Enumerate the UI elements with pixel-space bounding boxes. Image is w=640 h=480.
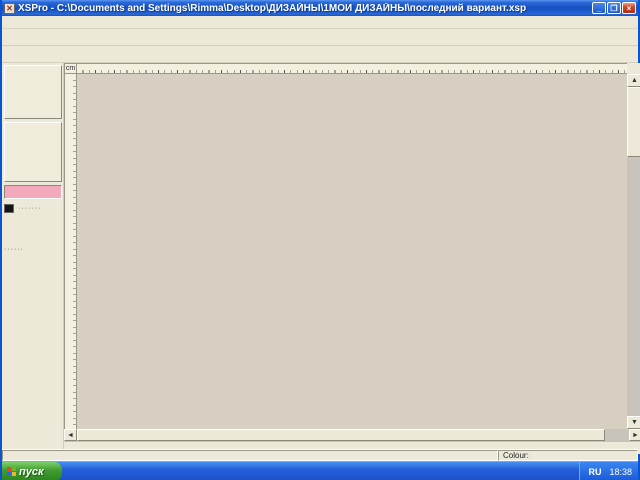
palette-bottom-dashes: ······ bbox=[4, 246, 62, 253]
main-toolbar bbox=[2, 29, 638, 46]
start-button[interactable]: пуск bbox=[2, 462, 62, 480]
minimize-button[interactable]: _ bbox=[592, 2, 606, 14]
status-colour-label: Colour: bbox=[498, 450, 638, 461]
status-message bbox=[2, 450, 498, 461]
horizontal-scroll-thumb[interactable] bbox=[77, 429, 605, 441]
taskbar: пуск RU 18:38 bbox=[2, 461, 638, 480]
menu-bar bbox=[2, 16, 638, 29]
current-color-swatch[interactable] bbox=[4, 185, 62, 199]
horizontal-ruler bbox=[77, 63, 627, 74]
scroll-left-icon[interactable]: ◄ bbox=[64, 429, 77, 441]
application-window: ✕ XSPro - C:\Documents and Settings\Rimm… bbox=[0, 0, 640, 480]
left-panel: ······· ······ bbox=[2, 63, 64, 449]
vertical-scroll-thumb[interactable] bbox=[627, 87, 640, 157]
scroll-right-icon[interactable]: ► bbox=[629, 429, 640, 441]
language-indicator[interactable]: RU bbox=[588, 467, 601, 477]
horizontal-scrollbar[interactable]: ◄ ► bbox=[64, 429, 640, 441]
stitches-toolbar bbox=[2, 46, 638, 63]
ruler-unit-label: cm bbox=[64, 63, 77, 74]
design-preview-canvas bbox=[8, 69, 58, 113]
windows-flag-icon bbox=[7, 467, 16, 476]
quick-launch bbox=[68, 462, 80, 480]
special-swatch-row bbox=[4, 216, 62, 230]
black-color-swatch[interactable] bbox=[4, 204, 14, 213]
clock: 18:38 bbox=[609, 467, 632, 477]
scroll-down-icon[interactable]: ▼ bbox=[627, 416, 640, 429]
app-icon: ✕ bbox=[4, 3, 15, 14]
design-preview[interactable] bbox=[4, 65, 62, 119]
vertical-ruler bbox=[64, 74, 77, 429]
stitch-canvas[interactable] bbox=[77, 74, 627, 424]
title-bar: ✕ XSPro - C:\Documents and Settings\Rimm… bbox=[2, 0, 638, 16]
system-tray: RU 18:38 bbox=[579, 462, 638, 480]
window-title: XSPro - C:\Documents and Settings\Rimma\… bbox=[18, 3, 592, 14]
vertical-scrollbar[interactable]: ▲ ▼ bbox=[627, 74, 640, 429]
status-bar: Colour: bbox=[2, 449, 638, 461]
close-button[interactable]: × bbox=[622, 2, 636, 14]
coordinates-panel bbox=[4, 122, 62, 182]
scroll-up-icon[interactable]: ▲ bbox=[627, 74, 640, 87]
palette-column-headers bbox=[4, 232, 62, 243]
texture-dashes: ······· bbox=[18, 205, 41, 212]
maximize-button[interactable]: ❐ bbox=[607, 2, 621, 14]
